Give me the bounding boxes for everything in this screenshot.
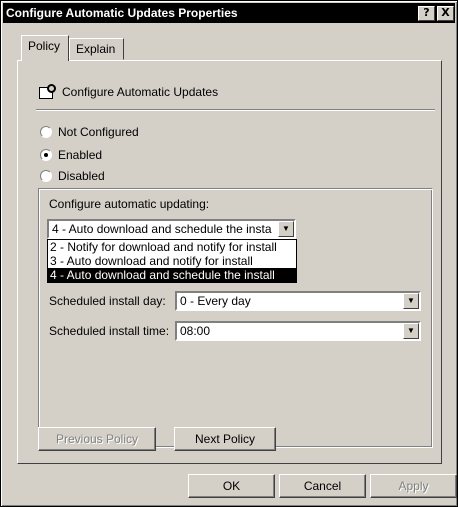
configure-updating-select[interactable]: 4 - Auto download and schedule the insta… <box>47 219 296 239</box>
radio-button-checked-icon <box>40 149 52 161</box>
install-day-select[interactable]: 0 - Every day ▼ <box>175 291 421 311</box>
ok-label: OK <box>222 479 241 493</box>
next-policy-label: Next Policy <box>194 432 256 446</box>
install-time-select[interactable]: 08:00 ▼ <box>175 321 421 341</box>
tab-policy-label: Policy <box>28 39 61 53</box>
ok-button[interactable]: OK <box>188 474 275 498</box>
radio-not-configured[interactable]: Not Configured <box>40 125 139 139</box>
configure-updating-value: 4 - Auto download and schedule the insta <box>52 222 272 236</box>
configure-updating-label: Configure automatic updating: <box>49 197 210 211</box>
radio-enabled[interactable]: Enabled <box>40 148 102 162</box>
apply-button[interactable]: Apply <box>370 474 457 498</box>
window-title: Configure Automatic Updates Properties <box>6 6 238 20</box>
tab-explain-label: Explain <box>76 42 116 56</box>
close-button[interactable]: X <box>437 5 454 21</box>
next-policy-button[interactable]: Next Policy <box>174 427 276 451</box>
tab-policy[interactable]: Policy <box>21 35 69 61</box>
dropdown-option[interactable]: 3 - Auto download and notify for install <box>48 254 296 268</box>
policy-tab-panel: Configure Automatic Updates Not Configur… <box>17 60 442 464</box>
install-day-label: Scheduled install day: <box>49 294 166 308</box>
cancel-label: Cancel <box>303 479 342 493</box>
policy-setting-icon <box>38 84 56 100</box>
help-button[interactable]: ? <box>418 5 435 21</box>
tab-explain[interactable]: Explain <box>69 38 124 60</box>
radio-disabled-label: Disabled <box>58 169 105 183</box>
cancel-button[interactable]: Cancel <box>279 474 366 498</box>
radio-button-icon <box>40 170 52 182</box>
chevron-down-icon[interactable]: ▼ <box>403 323 419 339</box>
previous-policy-button[interactable]: Previous Policy <box>38 427 156 451</box>
chevron-down-icon[interactable]: ▼ <box>278 221 294 237</box>
properties-dialog: Configure Automatic Updates Properties ?… <box>0 0 458 507</box>
header-separator <box>36 109 435 111</box>
previous-policy-label: Previous Policy <box>55 432 139 446</box>
chevron-down-icon[interactable]: ▼ <box>403 293 419 309</box>
radio-disabled[interactable]: Disabled <box>40 169 105 183</box>
install-time-label: Scheduled install time: <box>49 324 170 338</box>
radio-button-icon <box>40 126 52 138</box>
apply-label: Apply <box>398 479 429 493</box>
dropdown-option-selected[interactable]: 4 - Auto download and schedule the insta… <box>48 268 296 282</box>
dropdown-option[interactable]: 2 - Notify for download and notify for i… <box>48 240 296 254</box>
policy-name: Configure Automatic Updates <box>62 85 219 99</box>
radio-not-configured-label: Not Configured <box>58 125 139 139</box>
options-group: Configure automatic updating: 4 - Auto d… <box>38 188 433 448</box>
install-day-value: 0 - Every day <box>180 294 251 308</box>
title-bar[interactable]: Configure Automatic Updates Properties ?… <box>3 3 455 23</box>
policy-header: Configure Automatic Updates <box>38 84 218 100</box>
configure-updating-dropdown: 2 - Notify for download and notify for i… <box>47 239 297 283</box>
radio-enabled-label: Enabled <box>58 148 103 162</box>
install-time-value: 08:00 <box>180 324 211 338</box>
